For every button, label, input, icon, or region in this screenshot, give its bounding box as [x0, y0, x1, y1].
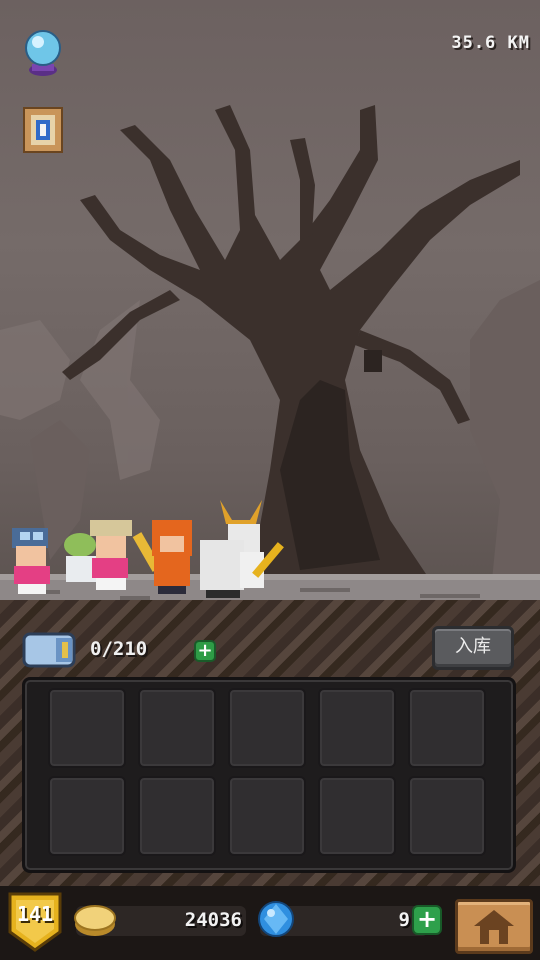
inventory-slot[interactable]: [228, 776, 306, 856]
home-icon: [474, 910, 514, 944]
store-button[interactable]: 入库: [432, 626, 514, 670]
inventory-slot[interactable]: [138, 688, 216, 768]
coin-icon: [72, 900, 118, 940]
inventory-slot[interactable]: [48, 776, 126, 856]
gem-icon: [256, 898, 296, 940]
inventory-slot[interactable]: [318, 688, 396, 768]
hero-straw-hat: [90, 520, 132, 590]
hero-plant: [64, 533, 96, 582]
gem-amount: 9: [398, 909, 410, 931]
inventory-slot[interactable]: [48, 688, 126, 768]
bag-icon[interactable]: [22, 628, 82, 670]
inventory-count: 0/210: [90, 638, 148, 660]
hero-party: [12, 500, 284, 598]
inventory-slot[interactable]: [408, 776, 486, 856]
inventory-slot[interactable]: [408, 688, 486, 768]
expand-inventory-button[interactable]: +: [194, 640, 216, 662]
inventory-slot[interactable]: [138, 776, 216, 856]
home-button[interactable]: [455, 899, 533, 954]
coin-amount: 24036: [184, 909, 242, 931]
inventory-grid: [22, 677, 516, 873]
hero-goggles: [12, 528, 50, 594]
inventory-slot[interactable]: [228, 688, 306, 768]
game-scene: 35.6 KM: [0, 0, 540, 610]
buy-gems-button[interactable]: +: [412, 905, 442, 935]
hero-orange-hood: [132, 520, 192, 594]
level-number: 141: [16, 902, 54, 926]
inventory-slot[interactable]: [318, 776, 396, 856]
inventory-header: 0/210 + 入库: [22, 624, 518, 674]
hero-samurai: [200, 500, 284, 598]
